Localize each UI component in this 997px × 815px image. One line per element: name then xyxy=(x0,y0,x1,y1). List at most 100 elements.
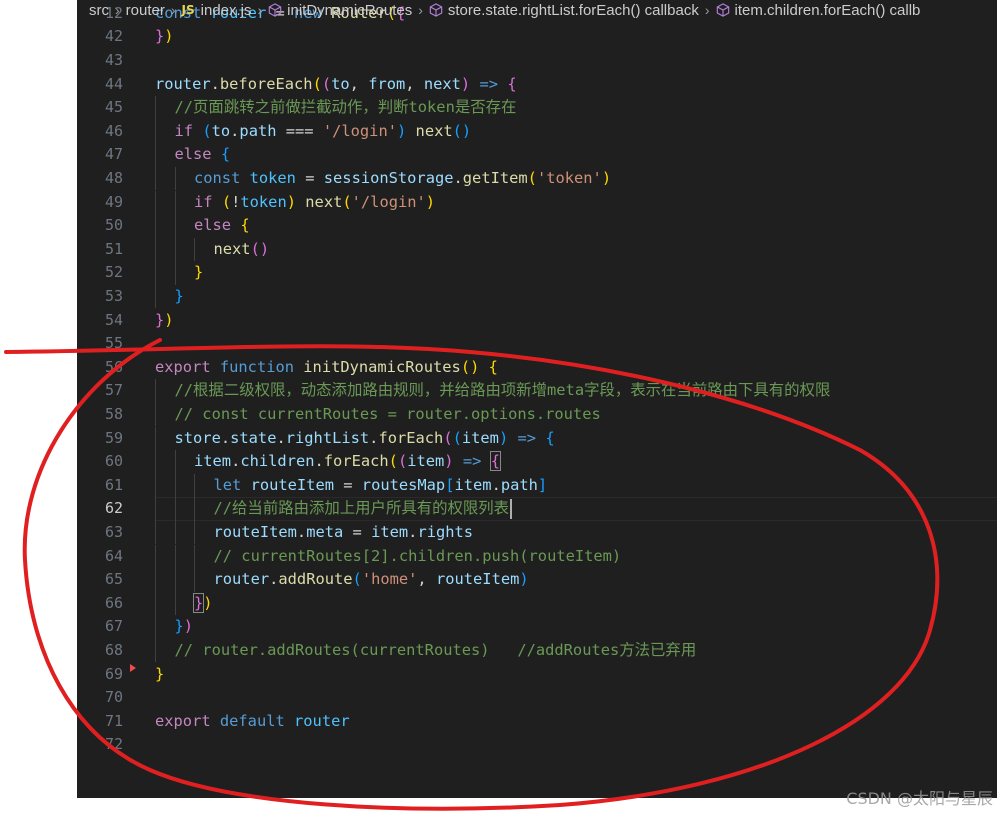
code-token: export xyxy=(155,711,220,730)
code-line[interactable]: 59 store.state.rightList.forEach((item) =… xyxy=(77,426,997,451)
code-line[interactable]: 72 xyxy=(77,733,997,757)
code-token: rights xyxy=(417,522,474,541)
code-text: export default router xyxy=(155,710,350,734)
code-token: () xyxy=(250,239,270,258)
code-token: ( xyxy=(397,452,408,471)
code-token: ) xyxy=(498,428,509,447)
code-token: else xyxy=(194,216,241,235)
code-token: function xyxy=(219,357,304,376)
code-line[interactable]: 47 else { xyxy=(77,143,997,167)
code-line[interactable]: 67}) xyxy=(77,615,997,639)
code-line[interactable]: 52} xyxy=(77,261,997,285)
line-number: 71 xyxy=(104,711,123,730)
code-token: '/login' xyxy=(322,121,397,140)
matched-bracket: { xyxy=(489,451,501,472)
code-token: rightList xyxy=(285,428,370,447)
code-line[interactable]: 48 const token = sessionStorage.getItem('… xyxy=(77,166,997,191)
code-token: path xyxy=(500,475,538,494)
code-token: else xyxy=(174,145,221,164)
code-token: ) xyxy=(183,617,194,636)
indent-guide xyxy=(155,615,156,639)
breadcrumb-item[interactable]: src xyxy=(89,2,109,19)
line-number: 56 xyxy=(104,357,123,376)
code-token: next xyxy=(213,239,251,258)
code-line[interactable]: 71 export default router xyxy=(77,710,997,734)
code-token: => xyxy=(517,428,537,447)
breadcrumb-label: item.children.forEach() callb xyxy=(734,1,921,19)
code-token: '/login' xyxy=(351,192,426,211)
code-line[interactable]: 55 xyxy=(77,332,997,356)
code-token: ( xyxy=(452,428,462,447)
line-number: 42 xyxy=(104,27,123,46)
code-token: => xyxy=(479,74,499,93)
code-line[interactable]: 57 //根据二级权限，动态添加路由规则，并给路由项新增meta字段，表示在当前路… xyxy=(77,379,997,403)
code-line[interactable]: 62 //给当前路由添加上用户所具有的权限列表 xyxy=(77,497,997,521)
code-token: . xyxy=(220,428,231,447)
code-line[interactable]: 46 if (to.path === '/login') next() xyxy=(77,119,997,144)
code-editor[interactable]: 12 const router = new Router({42}) 43 44 rou… xyxy=(77,0,997,798)
code-token: ) xyxy=(601,168,612,187)
indent-guide xyxy=(155,119,156,144)
code-text: // const currentRoutes = router.options.… xyxy=(175,403,601,427)
code-line[interactable]: 60 item.children.forEach((item) => { xyxy=(77,450,997,474)
code-line[interactable]: 61 let routeItem = routesMap[item.path] xyxy=(77,473,997,498)
code-token: { xyxy=(488,357,498,376)
code-token: ) xyxy=(164,310,174,329)
code-token: ) xyxy=(425,192,436,211)
line-number: 54 xyxy=(104,310,123,329)
code-line[interactable]: 43 xyxy=(77,49,997,73)
code-token: routesMap xyxy=(361,475,446,494)
code-text: export function initDynamicRoutes() { xyxy=(155,356,498,380)
line-number: 49 xyxy=(104,192,123,211)
function-cube-icon xyxy=(268,3,282,17)
code-line[interactable]: 58 // const currentRoutes = router.option… xyxy=(77,402,997,427)
code-line[interactable]: 64 // currentRoutes[2].children.push(rout… xyxy=(77,544,997,569)
code-text: // router.addRoutes(currentRoutes) //add… xyxy=(175,639,697,663)
line-number: 63 xyxy=(104,522,123,541)
breadcrumb-item[interactable]: JS index.js xyxy=(182,2,252,19)
breadcrumb-item[interactable]: store.state.rightList.forEach() callback xyxy=(429,2,699,19)
line-number: 51 xyxy=(104,239,123,258)
code-line[interactable]: 66}) xyxy=(77,591,997,616)
code-line[interactable]: 54}) xyxy=(77,309,997,333)
code-line[interactable]: 44 router.beforeEach((to, from, next) => … xyxy=(77,73,997,97)
breadcrumb-item[interactable]: router xyxy=(126,2,165,19)
code-line[interactable]: 63 routeItem.meta = item.rights xyxy=(77,520,997,545)
indent-guide xyxy=(155,520,156,545)
breadcrumb-item[interactable]: item.children.forEach() callb xyxy=(716,1,921,19)
code-token: } xyxy=(155,310,165,329)
code-token: . xyxy=(314,452,324,471)
code-line[interactable]: 68 // router.addRoutes(currentRoutes) //a… xyxy=(77,638,997,663)
code-line[interactable]: 56 export function initDynamicRoutes() { xyxy=(77,356,997,380)
breadcrumb-item[interactable]: initDynamicRoutes xyxy=(268,2,412,19)
code-line[interactable]: 65 router.addRoute('home', routeItem) xyxy=(77,568,997,592)
code-line[interactable]: 49 if (!token) next('/login') xyxy=(77,190,997,215)
code-token: token xyxy=(249,168,296,187)
code-token: ) xyxy=(444,452,454,471)
indent-guide xyxy=(174,261,176,285)
code-line[interactable]: 69} xyxy=(77,663,997,687)
code-line[interactable]: 45 //页面跳转之前做拦截动作，判断token是否存在 xyxy=(77,96,997,120)
code-token: = xyxy=(333,475,362,494)
code-line[interactable]: 42}) xyxy=(77,25,997,49)
line-number: 65 xyxy=(104,570,123,589)
chevron-right-icon: › xyxy=(170,2,176,18)
code-token: initDynamicRoutes xyxy=(303,357,461,376)
line-number: 50 xyxy=(104,216,123,235)
code-line[interactable]: 50 else { xyxy=(77,214,997,238)
code-token: ) xyxy=(396,121,407,140)
code-line[interactable]: 51 next() xyxy=(77,237,997,262)
code-line[interactable]: 70 xyxy=(77,686,997,710)
line-number: 67 xyxy=(104,617,123,636)
code-text: else { xyxy=(194,214,250,238)
code-token: { xyxy=(545,428,555,447)
code-token: ( xyxy=(202,121,212,140)
code-token: //页面跳转之前做拦截动作，判断token是否存在 xyxy=(174,98,517,117)
indent-guide xyxy=(155,143,156,167)
code-text: }) xyxy=(155,309,174,333)
code-token: ( xyxy=(443,428,453,447)
code-line[interactable]: 53} xyxy=(77,284,997,309)
code-token: getItem xyxy=(462,168,528,187)
